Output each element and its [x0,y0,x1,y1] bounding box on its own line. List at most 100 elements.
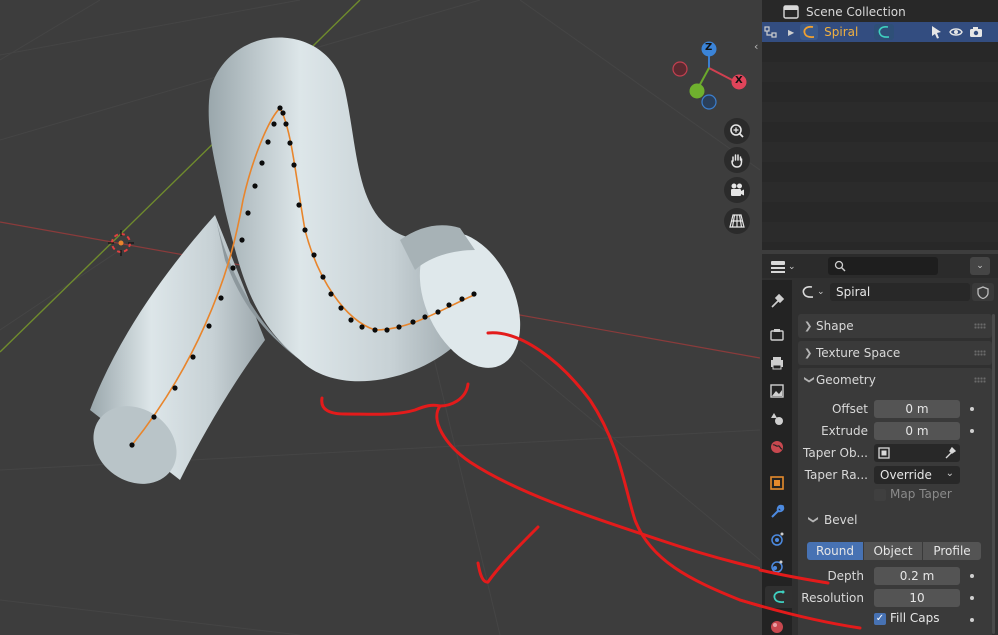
taper-object-label: Taper Ob... [803,446,868,460]
tab-view-layer[interactable] [766,380,788,402]
curve-data-icon[interactable] [874,24,895,40]
properties-content: ⌄ Spiral ❯ Shape ❯ Texture Space ❯ Geome… [792,280,998,635]
taper-object-field[interactable] [874,444,960,462]
eye-icon[interactable] [949,26,964,38]
curve-icon [802,286,814,298]
outliner-empty-row [762,182,998,202]
data-selector-row: ⌄ Spiral [800,282,996,302]
properties-editor[interactable]: ⌄ ⌄ ⌄ Spiral ❯ Shape ❯ Texture Space ❯ G… [762,254,998,635]
panel-bevel-header[interactable]: ❯ Bevel [808,510,988,530]
properties-header: ⌄ ⌄ [762,254,998,278]
checkmark-icon: ✓ [875,613,885,624]
outliner-empty-row [762,222,998,242]
shield-icon [977,285,989,299]
object-square-icon [878,447,890,459]
physics-orbit-icon [771,560,783,573]
keyframe-dot[interactable] [970,574,974,578]
keyframe-dot[interactable] [970,596,974,600]
zoom-button[interactable] [724,118,750,144]
keyframe-dot[interactable] [970,429,974,433]
camera-icon [731,183,744,196]
outliner-panel[interactable]: Scene Collection ▶ Spiral ‹ [754,0,998,250]
panel-bevel-title: Bevel [824,513,858,527]
offset-label: Offset [831,402,868,416]
scene-collection-row[interactable]: Scene Collection [762,2,998,22]
panel-texture-space-header[interactable]: ❯ Texture Space [798,341,992,365]
outliner-empty-row [762,62,998,82]
outliner-object-name: Spiral [824,25,859,39]
extrude-label: Extrude [821,424,868,438]
tab-scene[interactable] [766,408,788,430]
expand-arrow-icon[interactable]: ▶ [788,28,794,37]
resolution-field[interactable]: 10 [874,589,960,607]
eyedropper-icon[interactable] [944,447,956,459]
pan-button[interactable] [724,147,750,173]
panel-texture-space-title: Texture Space [816,346,901,360]
fill-caps-checkbox[interactable]: ✓ [874,613,886,625]
panel-shape-title: Shape [816,319,854,333]
curve-data-tab-icon [773,590,784,604]
camera-view-button[interactable] [724,177,750,203]
tab-object[interactable] [766,472,788,494]
drag-handle-icon[interactable] [974,323,986,329]
bevel-mode-round[interactable]: Round [807,542,863,560]
image-icon [770,384,784,398]
chevron-down-icon: ❯ [807,515,819,524]
printer-icon [771,357,783,370]
properties-editor-icon [771,261,785,273]
navigation-gizmo[interactable]: Z X [666,38,752,112]
depth-field[interactable]: 0.2 m [874,567,960,585]
outliner-empty-row [762,142,998,162]
bevel-mode-object[interactable]: Object [864,542,922,560]
select-arrow-icon[interactable] [931,25,943,39]
chevron-right-icon: ❯ [804,347,813,359]
tool-icon [771,293,785,308]
chevron-right-icon: ❯ [804,320,813,332]
properties-tab-bar [762,280,792,635]
data-browse-dropdown[interactable]: ⌄ [800,283,830,301]
hand-icon [731,154,743,168]
drag-handle-icon[interactable] [974,350,986,356]
fill-caps-label: Fill Caps [890,611,940,625]
outliner-item-spiral[interactable]: ▶ Spiral [762,22,998,42]
tab-curve-data[interactable] [765,586,792,608]
drag-handle-icon[interactable] [974,377,986,383]
tab-tool[interactable] [766,290,788,312]
panel-geometry-header[interactable]: ❯ Geometry [798,368,992,392]
magnifier-plus-icon [730,124,744,138]
gizmo-x-label: X [735,75,743,86]
fake-user-button[interactable] [972,283,994,301]
collection-box-icon [783,5,799,19]
tab-physics[interactable] [766,556,788,578]
tab-world[interactable] [766,436,788,458]
offset-field[interactable]: 0 m [874,400,960,418]
properties-scrollbar[interactable] [992,314,995,634]
perspective-toggle-button[interactable] [724,208,750,234]
tab-particles[interactable] [766,528,788,550]
render-camera-icon[interactable] [969,26,983,38]
editor-type-dropdown[interactable]: ⌄ [770,258,802,276]
bevel-mode-profile[interactable]: Profile [923,542,981,560]
keyframe-dot[interactable] [970,407,974,411]
tab-material[interactable] [766,616,788,635]
spiral-tube-mesh [90,37,521,484]
chevron-down-icon: ⌄ [788,262,796,272]
panel-shape-header[interactable]: ❯ Shape [798,314,992,338]
world-icon [771,441,783,453]
properties-search-input[interactable] [828,257,938,275]
taper-radius-dropdown[interactable]: Override ⌄ [874,466,960,484]
3d-viewport[interactable]: Z X [0,0,760,635]
bevel-mode-round-label: Round [816,544,854,558]
extrude-field[interactable]: 0 m [874,422,960,440]
data-name-field[interactable]: Spiral [830,283,970,301]
resolution-value: 10 [909,591,925,605]
options-dropdown-button[interactable]: ⌄ [970,257,990,275]
map-taper-checkbox[interactable] [874,489,886,501]
outliner-collapse-arrow-icon[interactable]: ‹ [754,40,758,53]
keyframe-dot[interactable] [970,618,974,622]
tab-output[interactable] [766,352,788,374]
panel-geometry-title: Geometry [816,373,876,387]
tab-render[interactable] [766,324,788,346]
tab-modifiers[interactable] [766,500,788,522]
3d-cursor-icon [108,230,134,256]
